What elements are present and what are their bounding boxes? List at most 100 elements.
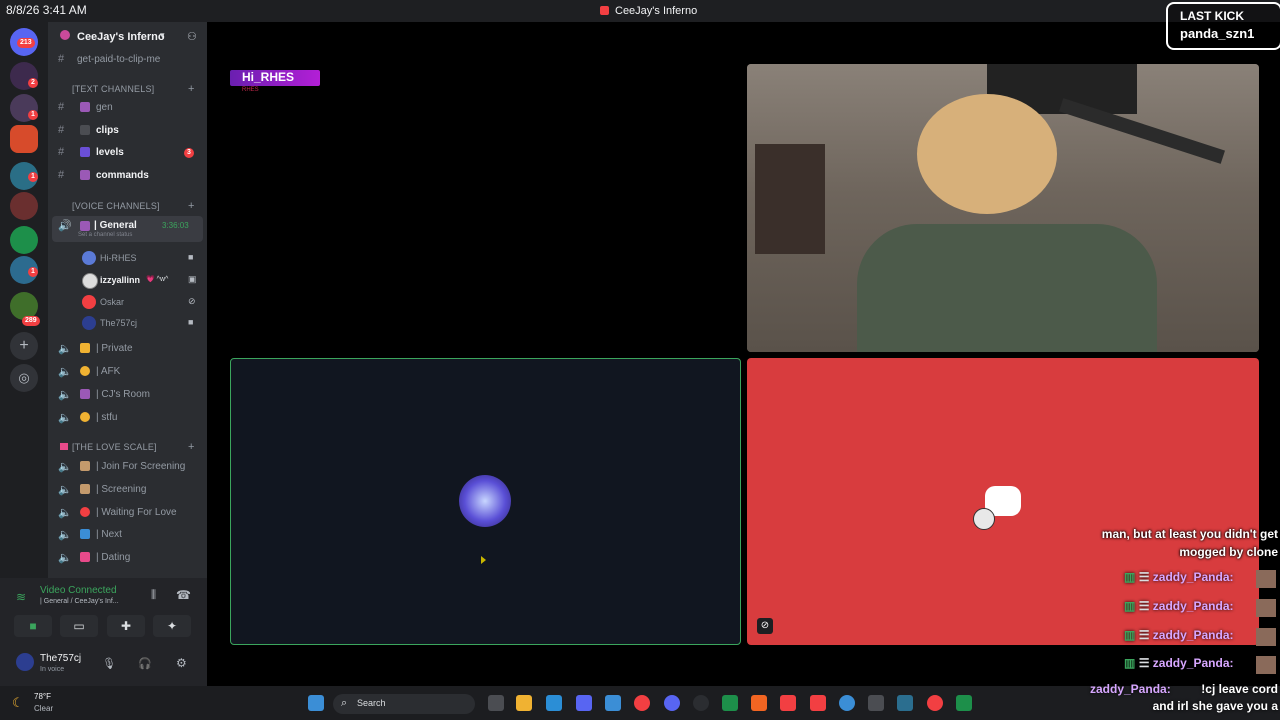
category-love-scale[interactable]: [THE LOVE SCALE] + bbox=[60, 441, 194, 453]
hash-icon: # bbox=[58, 146, 65, 158]
voice-channel-cjs-room[interactable]: 🔈 | CJ's Room bbox=[48, 385, 207, 405]
badge-icon: ☰ bbox=[1138, 599, 1150, 613]
voice-user-hi-rhes[interactable]: Hi-RHES ■ bbox=[82, 249, 202, 267]
app-icon[interactable] bbox=[576, 695, 592, 711]
server-icon-inferno[interactable] bbox=[10, 125, 38, 153]
voice-channel-afk[interactable]: 🔈 | AFK bbox=[48, 362, 207, 382]
unread-badge: 1 bbox=[28, 267, 38, 277]
emoji-icon bbox=[80, 170, 90, 180]
voice-user-oskar[interactable]: Oskar ⊘ bbox=[82, 293, 202, 311]
person-head bbox=[917, 94, 1057, 214]
emoji-icon bbox=[80, 366, 90, 376]
emoji-icon bbox=[80, 412, 90, 422]
gear-icon[interactable]: ⚙ bbox=[176, 656, 187, 670]
voice-channel-general[interactable]: 🔊 | General 3:36:03 Set a channel status bbox=[52, 216, 203, 242]
start-icon[interactable] bbox=[308, 695, 324, 711]
activities-button[interactable]: ✚ bbox=[107, 615, 145, 637]
voice-user-izzyallinn[interactable]: izzyallinn 💗 ^w^ ▣ bbox=[82, 271, 202, 289]
channel-gen[interactable]: # gen bbox=[48, 98, 207, 118]
voice-channel-dating[interactable]: 🔈 | Dating bbox=[48, 548, 207, 568]
emoji-icon bbox=[80, 221, 90, 231]
obs-icon[interactable] bbox=[693, 695, 709, 711]
voice-channel-screening[interactable]: 🔈 | Screening bbox=[48, 480, 207, 500]
channel-levels[interactable]: # levels 3 bbox=[48, 143, 207, 163]
avatar[interactable] bbox=[16, 653, 34, 671]
emoji-icon bbox=[80, 147, 90, 157]
signal-icon[interactable]: ≋ bbox=[16, 590, 26, 604]
voice-channel-private[interactable]: 🔈 | Private bbox=[48, 339, 207, 359]
unread-badge: 1 bbox=[28, 110, 38, 120]
chat-user-row: ▥ ☰ zaddy_Panda: bbox=[1124, 599, 1234, 613]
camera-toggle-button[interactable]: ■ bbox=[14, 615, 52, 637]
connection-location[interactable]: | General / CeeJay's Inf... bbox=[40, 598, 119, 605]
chrome-icon[interactable] bbox=[634, 695, 650, 711]
muted-icon: ⊘ bbox=[757, 618, 773, 634]
server-name[interactable]: CeeJay's Inferno bbox=[77, 31, 165, 43]
app-icon[interactable] bbox=[546, 695, 562, 711]
hash-icon: # bbox=[58, 124, 65, 136]
add-channel-icon[interactable]: + bbox=[188, 83, 195, 95]
category-voice[interactable]: [VOICE CHANNELS] + bbox=[62, 200, 194, 212]
xbox-icon[interactable] bbox=[956, 695, 972, 711]
chevron-down-icon[interactable]: ▾ bbox=[160, 30, 165, 41]
weather-icon[interactable]: ☾ bbox=[12, 695, 24, 711]
channel-status[interactable]: Set a channel status bbox=[78, 232, 132, 238]
screen-share-button[interactable]: ▭ bbox=[60, 615, 98, 637]
voice-channel-waiting-for-love[interactable]: 🔈 | Waiting For Love bbox=[48, 503, 207, 523]
help-icon[interactable] bbox=[839, 695, 855, 711]
app-icon[interactable] bbox=[868, 695, 884, 711]
noise-suppression-icon[interactable]: ⫼ bbox=[151, 589, 156, 602]
store-icon[interactable] bbox=[605, 695, 621, 711]
camera-icon: ■ bbox=[188, 252, 194, 262]
video-tile-avatar[interactable] bbox=[230, 358, 741, 645]
badge-icon: ▥ bbox=[1124, 599, 1136, 613]
clock: 8/8/26 3:41 AM bbox=[6, 3, 87, 17]
unread-badge: 213 bbox=[17, 38, 35, 48]
weather-desc: Clear bbox=[34, 704, 54, 713]
soccer-ball-icon bbox=[973, 508, 995, 530]
emoji-icon bbox=[80, 552, 90, 562]
channel-get-paid[interactable]: # get-paid-to-clip-me bbox=[48, 50, 207, 70]
mention-badge: 3 bbox=[184, 148, 194, 158]
task-view-icon[interactable] bbox=[488, 695, 504, 711]
cursor-icon bbox=[481, 556, 486, 564]
voice-user-the757cj[interactable]: The757cj ■ bbox=[82, 314, 202, 332]
add-server-icon[interactable]: + bbox=[10, 332, 38, 360]
app-icon[interactable] bbox=[722, 695, 738, 711]
lock-icon bbox=[80, 343, 90, 353]
video-tile-webcam[interactable] bbox=[747, 64, 1259, 352]
discover-icon[interactable]: ◎ bbox=[10, 364, 38, 392]
avatar bbox=[1256, 570, 1276, 588]
add-channel-icon[interactable]: + bbox=[188, 200, 195, 212]
server-folder-icon[interactable] bbox=[10, 192, 38, 220]
brave-icon[interactable] bbox=[751, 695, 767, 711]
category-label: [TEXT CHANNELS] bbox=[72, 84, 155, 94]
file-explorer-icon[interactable] bbox=[516, 695, 532, 711]
soundboard-button[interactable]: ✦ bbox=[153, 615, 191, 637]
category-text[interactable]: [TEXT CHANNELS] + bbox=[62, 83, 194, 95]
unread-badge: 289 bbox=[22, 316, 40, 326]
app-icon[interactable] bbox=[927, 695, 943, 711]
speaker-icon: 🔊 bbox=[58, 220, 72, 232]
invite-icon[interactable]: ⚇ bbox=[187, 30, 197, 43]
voice-channel-join-screening[interactable]: 🔈 | Join For Screening bbox=[48, 457, 207, 477]
add-channel-icon[interactable]: + bbox=[188, 441, 195, 453]
music-icon[interactable] bbox=[780, 695, 796, 711]
channel-clips[interactable]: # clips bbox=[48, 121, 207, 141]
disconnect-icon[interactable]: ☎ bbox=[176, 588, 191, 602]
video-tile-hi-rhes[interactable]: Hi_RHES RHES bbox=[230, 62, 741, 352]
voice-channel-next[interactable]: 🔈 | Next bbox=[48, 525, 207, 545]
microphone-icon[interactable]: 🎙 bbox=[102, 657, 116, 670]
headphones-icon[interactable]: 🎧 bbox=[138, 657, 152, 670]
voice-channel-stfu[interactable]: 🔈 | stfu bbox=[48, 408, 207, 428]
app-icon[interactable] bbox=[810, 695, 826, 711]
hash-icon: # bbox=[58, 169, 65, 181]
chat-avatar-column bbox=[1256, 570, 1276, 674]
shelf bbox=[755, 144, 825, 254]
app-icon[interactable] bbox=[897, 695, 913, 711]
channel-commands[interactable]: # commands bbox=[48, 166, 207, 186]
search-bar[interactable]: ⌕ Search bbox=[333, 694, 475, 714]
speaker-icon: 🔈 bbox=[58, 343, 72, 355]
server-icon[interactable] bbox=[10, 226, 38, 254]
discord-icon[interactable] bbox=[664, 695, 680, 711]
